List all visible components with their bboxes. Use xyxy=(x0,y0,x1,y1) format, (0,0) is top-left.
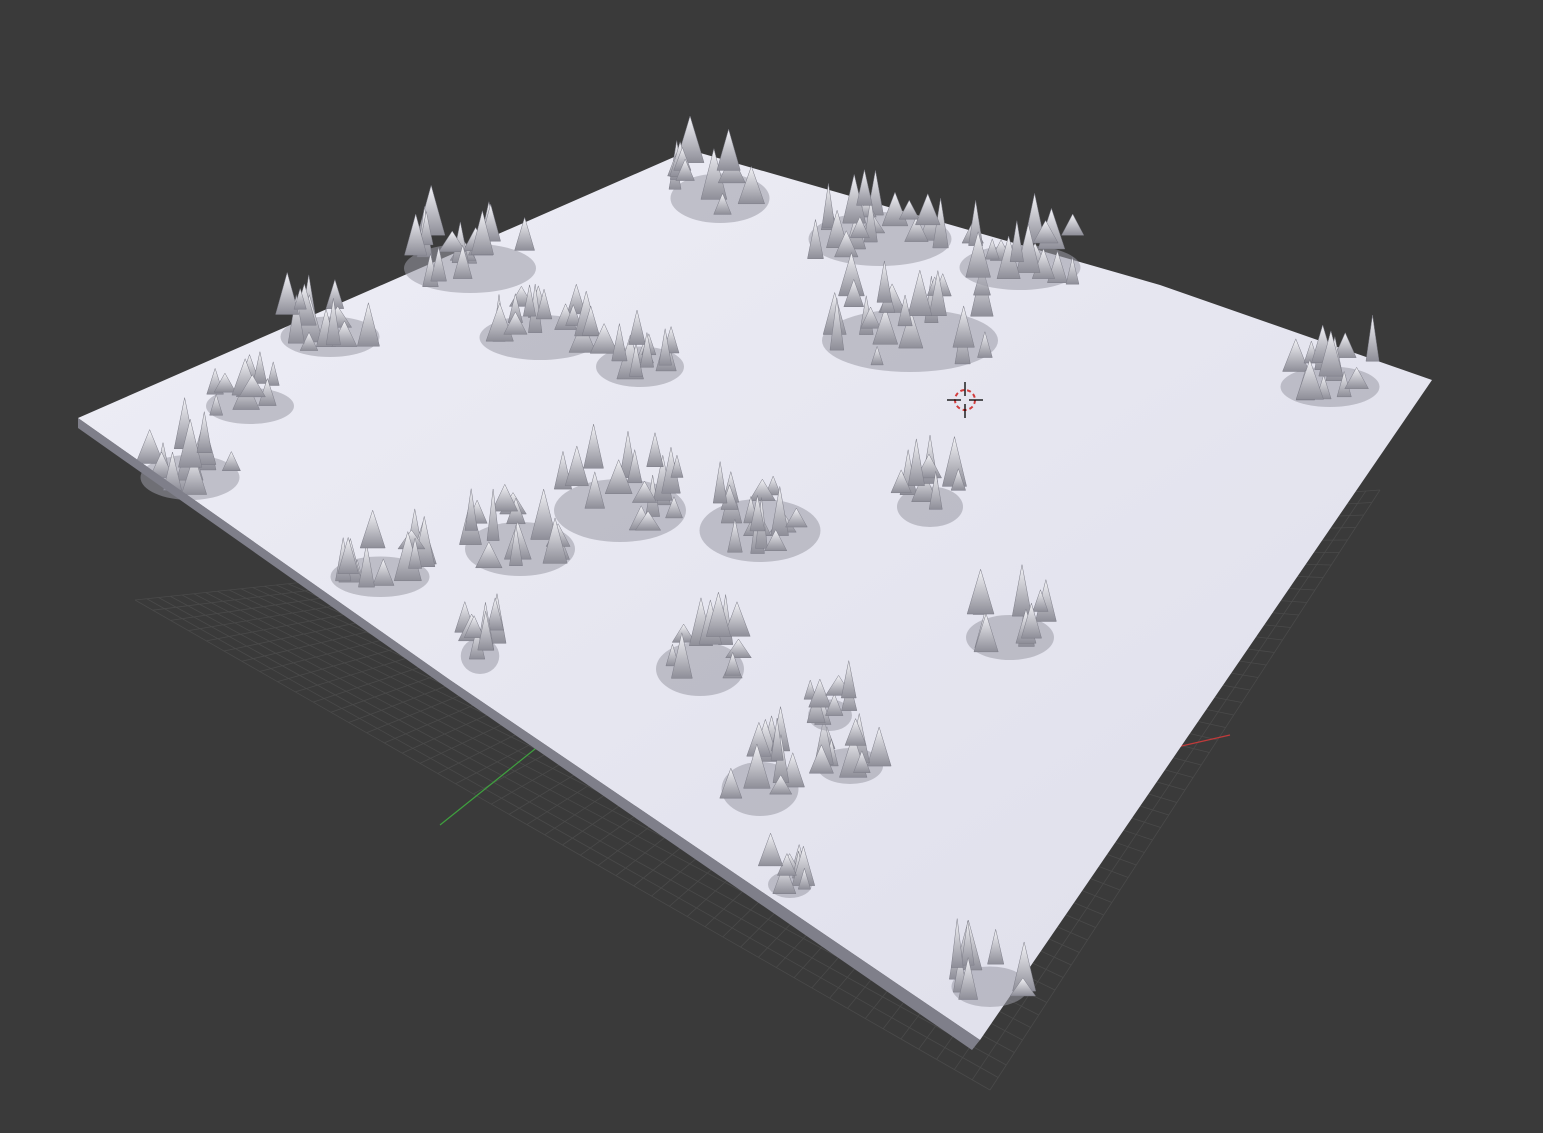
tree-spike xyxy=(1365,315,1380,362)
terrain-mesh[interactable] xyxy=(78,115,1432,1050)
terrain-surface xyxy=(78,150,1432,1040)
3d-viewport[interactable] xyxy=(0,0,1543,1133)
tree-spike xyxy=(968,200,983,246)
tree-spike xyxy=(716,128,741,171)
tree-spike xyxy=(898,199,920,220)
viewport-canvas[interactable] xyxy=(0,0,1543,1133)
tree-spike xyxy=(325,278,345,309)
tree-spike xyxy=(1009,220,1024,263)
tree-spike xyxy=(856,169,873,206)
tree-spike xyxy=(915,193,941,226)
tree-spike xyxy=(1061,213,1085,236)
